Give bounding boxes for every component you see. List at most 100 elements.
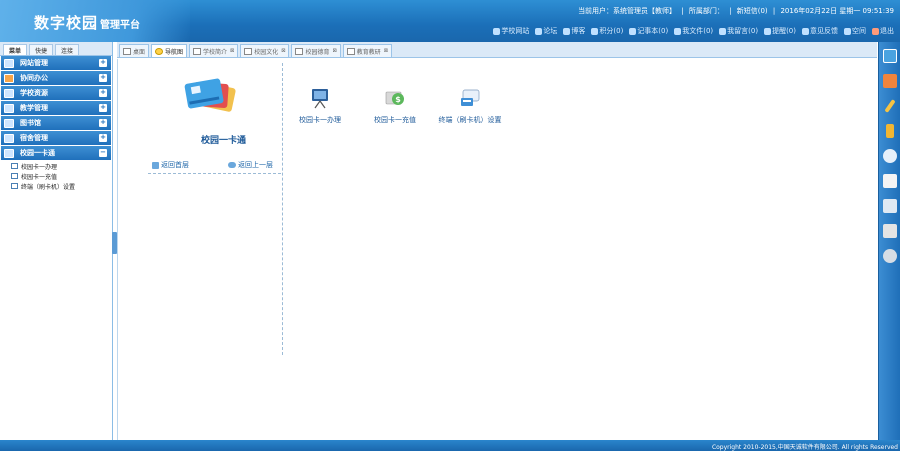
new-message-link[interactable]: 新短信(0) xyxy=(737,7,768,15)
school-website-link[interactable]: 学校网站 xyxy=(493,26,529,36)
menu-dormitory[interactable]: 宿舍管理 + xyxy=(1,131,111,145)
my-messages-link[interactable]: 我留言(0) xyxy=(719,26,758,36)
tab-desktop[interactable]: 桌面 xyxy=(119,44,150,57)
menu-school-resources[interactable]: 学校资源 + xyxy=(1,86,111,100)
key-icon[interactable] xyxy=(885,124,894,138)
separator: | xyxy=(772,7,776,15)
menu-office[interactable]: 协同办公 + xyxy=(1,71,111,85)
tab-navigation[interactable]: 导航图 xyxy=(151,44,188,57)
logout-icon xyxy=(872,27,879,35)
close-icon[interactable]: ⊠ xyxy=(332,48,336,54)
footer: Copyright 2010-2015,中国天诚软件有限公司. All righ… xyxy=(0,440,900,451)
copyright-text: Copyright 2010-2015,中国天诚软件有限公司. All righ… xyxy=(711,444,898,451)
reminder-link[interactable]: 提醒(0) xyxy=(764,26,796,36)
expand-icon[interactable]: + xyxy=(99,134,107,142)
user-info-bar: 当前用户：系统管理员【教师】 | 所属部门： | 新短信(0) | 2016年0… xyxy=(575,6,894,16)
recharge-icon: $ xyxy=(385,91,404,105)
card-reader-icon xyxy=(461,89,480,106)
notepad-link[interactable]: 记事本(0) xyxy=(629,26,668,36)
document-list-icon[interactable] xyxy=(882,174,897,188)
collapse-icon[interactable]: − xyxy=(99,149,107,157)
notebook-icon[interactable] xyxy=(882,74,897,88)
submenu-card-recharge[interactable]: 校园卡一充值 xyxy=(0,171,112,181)
forum-link[interactable]: 论坛 xyxy=(535,26,557,36)
printer-icon[interactable] xyxy=(882,224,897,238)
sidebar-tab-links[interactable]: 连接 xyxy=(55,44,80,55)
globe-icon xyxy=(493,27,501,35)
sidebar-tab-shortcut[interactable]: 快捷 xyxy=(29,44,54,55)
separator: | xyxy=(729,7,732,15)
sidebar-tab-menu[interactable]: 菜单 xyxy=(3,44,28,55)
expand-icon[interactable]: + xyxy=(99,104,107,112)
document-icon xyxy=(193,47,202,55)
logout-link[interactable]: 退出 xyxy=(872,26,894,36)
close-icon[interactable]: ⊠ xyxy=(230,48,234,54)
points-icon xyxy=(591,27,599,35)
toolbar: 学校网站 论坛 博客 积分(0) 记事本(0) 我文件(0) 我留言(0) 提醒… xyxy=(0,24,900,40)
document-icon xyxy=(11,163,18,169)
space-link[interactable]: 空间 xyxy=(844,26,866,36)
datetime-label: 2016年02月22日 星期一 09:51:39 xyxy=(780,7,894,15)
menu-library[interactable]: 图书馆 + xyxy=(1,116,111,130)
svg-text:$: $ xyxy=(395,95,401,104)
settings-icon[interactable] xyxy=(882,249,897,263)
pencil-icon[interactable] xyxy=(883,99,896,113)
menu-campus-card[interactable]: 校园一卡通 − xyxy=(1,146,111,160)
blog-icon xyxy=(563,27,571,35)
tab-teaching-research[interactable]: 教育教研 ⊠ xyxy=(342,44,392,57)
file-icon xyxy=(674,27,682,35)
presentation-icon xyxy=(312,89,328,109)
notepad-icon xyxy=(629,27,637,35)
campus-card-title: 校园一卡通 xyxy=(201,136,247,146)
feedback-link[interactable]: 意见反馈 xyxy=(802,26,838,36)
message-icon xyxy=(719,27,727,35)
main-content: 校园一卡通 返回首层 返回上一层 校园卡一办理 $ 校园卡一充值 终端（刷卡机）… xyxy=(117,59,877,440)
expand-icon[interactable]: + xyxy=(99,59,107,67)
expand-icon[interactable]: + xyxy=(99,74,107,82)
document-icon xyxy=(244,47,253,55)
book-icon[interactable] xyxy=(882,49,897,63)
module-card-recharge[interactable]: $ 校园卡一充值 xyxy=(355,87,435,125)
document-icon xyxy=(11,183,18,189)
space-icon xyxy=(844,27,851,35)
back-up-level-link[interactable]: 返回上一层 xyxy=(228,160,273,170)
expand-icon[interactable]: + xyxy=(99,119,107,127)
expand-icon[interactable]: + xyxy=(99,89,107,97)
tab-campus-culture[interactable]: 校园文化 ⊠ xyxy=(240,44,290,57)
close-icon[interactable]: ⊠ xyxy=(384,48,388,54)
document-icon xyxy=(346,47,355,55)
teaching-icon xyxy=(4,103,14,113)
menu-teaching[interactable]: 教学管理 + xyxy=(1,101,111,115)
current-user-label: 当前用户：系统管理员【教师】 xyxy=(578,7,677,15)
submenu-terminal-settings[interactable]: 终端（刷卡机）设置 xyxy=(0,181,112,191)
document-icon xyxy=(295,47,304,55)
sidebar: 菜单 快捷 连接 网站管理 + 协同办公 + 学校资源 + 教学管理 + 图书馆 + 宿舍… xyxy=(0,42,113,440)
blog-link[interactable]: 博客 xyxy=(563,26,585,36)
desktop-icon xyxy=(123,47,131,55)
download-icon[interactable] xyxy=(882,199,897,213)
tab-school-intro[interactable]: 学校简介 ⊠ xyxy=(189,44,239,57)
menu-website-management[interactable]: 网站管理 + xyxy=(1,56,111,70)
sidebar-tabs: 菜单 快捷 连接 xyxy=(0,42,112,56)
submenu-card-apply[interactable]: 校园卡一办理 xyxy=(0,161,112,171)
app-window: 数字校园 管理平台 当前用户：系统管理员【教师】 | 所属部门： | 新短信(0)… xyxy=(0,0,900,451)
back-to-home-link[interactable]: 返回首层 xyxy=(152,160,189,170)
module-terminal-settings[interactable]: 终端（刷卡机）设置 xyxy=(430,87,510,125)
module-card-apply[interactable]: 校园卡一办理 xyxy=(280,87,360,125)
points-link[interactable]: 积分(0) xyxy=(591,26,623,36)
header: 数字校园 管理平台 当前用户：系统管理员【教师】 | 所属部门： | 新短信(0)… xyxy=(0,0,900,42)
navigation-icon xyxy=(155,47,164,55)
close-icon[interactable]: ⊠ xyxy=(281,48,285,54)
tab-moral-education[interactable]: 校园德育 ⊠ xyxy=(291,44,341,57)
divider xyxy=(148,173,281,174)
website-icon xyxy=(4,58,14,68)
separator: | xyxy=(681,7,684,15)
back-arrow-icon xyxy=(228,162,236,168)
right-toolbar xyxy=(878,42,900,440)
my-files-link[interactable]: 我文件(0) xyxy=(674,26,713,36)
dormitory-icon xyxy=(4,133,14,143)
tab-bar: 桌面 导航图 学校简介 ⊠ 校园文化 ⊠ 校园德育 ⊠ 教育教研 ⊠ xyxy=(117,42,877,58)
toolbar-links: 学校网站 论坛 博客 积分(0) 记事本(0) 我文件(0) 我留言(0) 提醒… xyxy=(493,26,894,36)
home-icon xyxy=(152,161,159,169)
user-icon[interactable] xyxy=(882,149,897,163)
